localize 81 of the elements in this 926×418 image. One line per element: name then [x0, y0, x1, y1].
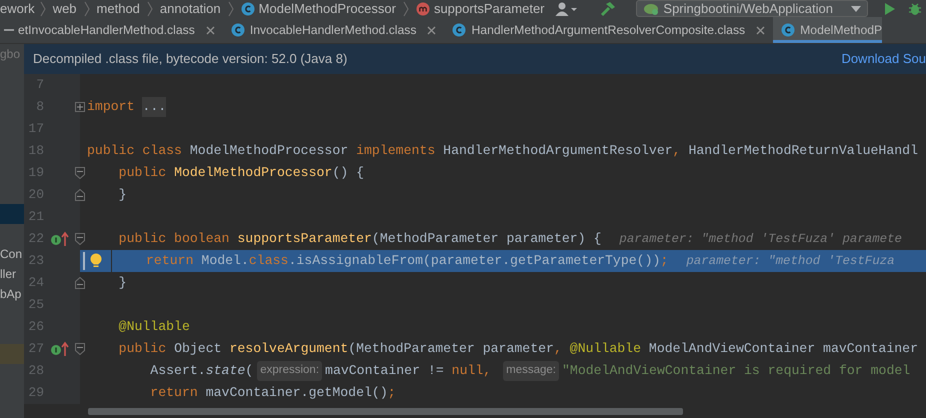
code-token: @Nullable — [570, 340, 642, 358]
hammer-icon[interactable] — [600, 0, 616, 16]
editor-tab[interactable]: InvocableHandlerMethod.class — [222, 17, 444, 43]
code-token: .isAssignableFrom(parameter.getParameterType()) — [288, 252, 660, 270]
code-token: Object — [174, 340, 223, 358]
code-token: public boolean — [118, 230, 230, 248]
breadcrumb-item[interactable]: supportsParameter — [412, 1, 549, 16]
breadcrumb-item[interactable]: annotation — [156, 1, 225, 16]
code-token: ModelMethodProcessor — [190, 142, 350, 160]
breadcrumb-item[interactable]: ModelMethodProcessor — [236, 1, 400, 16]
code-token: public — [118, 340, 168, 358]
code-token: (MethodParameter parameter — [348, 340, 554, 358]
code-token: ModelMethodProcessor — [174, 164, 332, 182]
project-tree-row[interactable]: bAp — [0, 284, 24, 304]
code-token: "ModelAndViewContainer is required for model — [562, 362, 910, 380]
debug-icon[interactable] — [908, 2, 922, 16]
code-token: mavContainer.getModel() — [206, 384, 388, 402]
class-icon — [230, 23, 245, 37]
code-token: ; — [388, 384, 396, 402]
code-token: () { — [332, 164, 364, 182]
parameter-hint: message: — [503, 361, 559, 381]
code-token: public — [118, 164, 168, 182]
code-token: Assert. — [149, 362, 206, 380]
code-token: } — [118, 186, 127, 204]
run-icon[interactable] — [884, 2, 896, 16]
close-icon[interactable] — [427, 26, 436, 34]
code-token: resolveArgument — [229, 340, 348, 358]
project-tree-row[interactable]: Con — [0, 244, 24, 264]
code-token: public class — [87, 142, 183, 160]
run-configuration-dropdown[interactable]: Springbootini/WebApplication — [636, 0, 868, 17]
method-icon — [416, 2, 430, 16]
code-token: ; — [660, 252, 668, 270]
spring-leaf-icon — [643, 2, 660, 16]
code-token: import — [87, 98, 136, 116]
code-token: HandlerMethodReturnValueHandl — [688, 142, 918, 160]
breadcrumb-item[interactable]: method — [92, 1, 144, 16]
code-token: null, — [452, 362, 492, 380]
parameter-hint: expression: — [257, 361, 322, 381]
breadcrumb-item[interactable]: ework — [0, 1, 37, 16]
editor-tab[interactable]: ModelMethodP — [773, 17, 882, 43]
code-token: state — [206, 362, 246, 380]
expand-fold-icon[interactable] — [75, 102, 85, 112]
editor-tab[interactable]: HandlerMethodArgumentResolverComposite.class — [444, 17, 774, 43]
code-token: ( — [245, 362, 254, 380]
collapse-fold-icon[interactable] — [75, 189, 85, 201]
lightbulb-icon[interactable] — [90, 253, 102, 269]
code-token: class — [248, 252, 288, 270]
code-token: @Nullable — [118, 318, 190, 336]
notification-text: Decompiled .class file, bytecode version: 52.0 (Java 8) — [33, 50, 348, 68]
code-token: mavContainer != — [325, 362, 445, 380]
code-token: ModelAndViewContainer mavContainer — [648, 340, 918, 358]
code-token: supportsParameter — [237, 230, 372, 248]
collapse-fold-icon[interactable] — [75, 233, 85, 245]
collapse-fold-icon[interactable] — [75, 277, 85, 289]
collapse-fold-icon[interactable] — [75, 343, 85, 355]
code-token: return — [146, 252, 194, 270]
download-sources-link[interactable]: Download Sou — [841, 49, 926, 69]
project-tree-row[interactable]: ller — [0, 264, 24, 284]
collapse-fold-icon[interactable] — [75, 167, 85, 179]
caret-icon — [851, 6, 861, 12]
class-icon — [452, 23, 466, 37]
close-icon[interactable] — [756, 26, 766, 34]
user-icon[interactable] — [554, 0, 578, 16]
folded-code[interactable]: ... — [142, 97, 166, 117]
text-caret — [83, 252, 85, 270]
code-token: (MethodParameter parameter) { — [372, 230, 602, 248]
code-token: return — [149, 384, 199, 402]
close-icon[interactable] — [206, 26, 215, 34]
code-token: , — [672, 142, 682, 160]
class-icon — [240, 2, 255, 16]
editor-tab[interactable]: etInvocableHandlerMethod.class — [16, 17, 223, 43]
class-icon — [781, 23, 796, 37]
code-token: , — [554, 340, 563, 358]
horizontal-scrollbar[interactable] — [88, 408, 683, 415]
breadcrumb-item[interactable]: web — [48, 1, 81, 16]
debug-value-hint: parameter: "method 'TestFuza' paramete — [619, 230, 902, 248]
debug-value-hint: parameter: "method 'TestFuza — [686, 252, 895, 270]
code-token: Model. — [201, 252, 249, 270]
code-token: HandlerMethodArgumentResolver — [443, 142, 673, 160]
code-token: implements — [356, 142, 436, 160]
code-token: } — [118, 274, 127, 292]
